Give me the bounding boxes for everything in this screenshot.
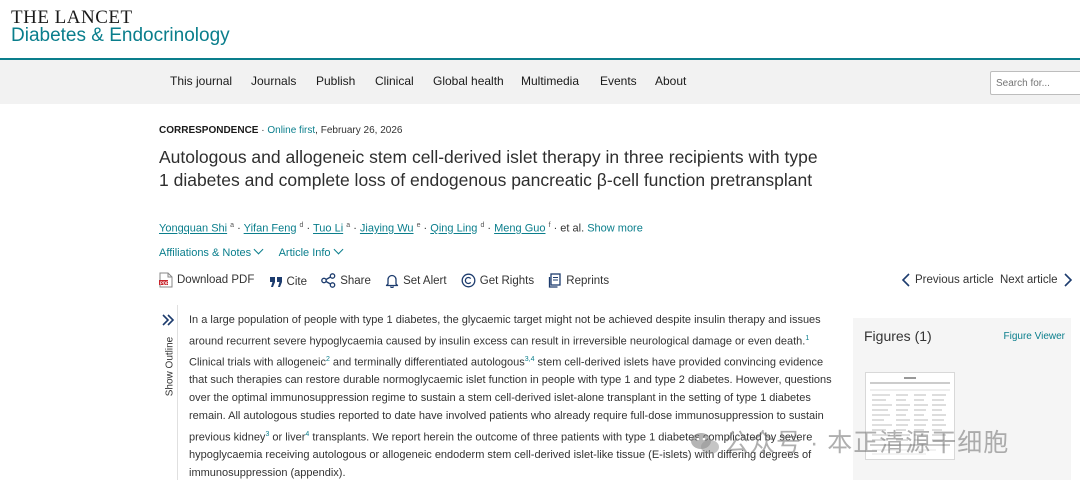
affiliations-notes-label: Affiliations & Notes [159, 247, 252, 259]
figures-title: Figures (1) [864, 328, 932, 344]
chevron-left-icon [901, 273, 910, 287]
main-nav: This journal Journals Publish Clinical G… [0, 60, 1080, 104]
nav-item-journals[interactable]: Journals [251, 74, 296, 88]
body-text: Clinical trials with allogeneic [189, 356, 326, 369]
author-link[interactable]: Meng Guo [494, 223, 545, 235]
set-alert-label: Set Alert [403, 274, 447, 287]
download-pdf-button[interactable]: PDF Download PDF [159, 272, 254, 288]
author-link[interactable]: Jiaying Wu [360, 223, 414, 235]
cite-button[interactable]: Cite [269, 276, 307, 288]
share-button[interactable]: Share [321, 273, 371, 288]
body-text: or liver [269, 431, 306, 444]
double-chevron-right-icon[interactable] [161, 313, 175, 327]
author-link[interactable]: Yifan Feng [244, 223, 297, 235]
set-alert-button[interactable]: Set Alert [385, 273, 447, 288]
site-header: THE LANCET Diabetes & Endocrinology [0, 0, 1080, 58]
bell-icon [385, 274, 399, 288]
body-text: In a large population of people with typ… [189, 314, 821, 348]
watermark-text: 公众号 · 本正清源干细胞 [724, 429, 1010, 457]
author-separator: · [234, 222, 244, 235]
nav-item-about[interactable]: About [655, 74, 686, 88]
et-al: · et al. [550, 222, 588, 235]
nav-item-this-journal[interactable]: This journal [170, 74, 232, 88]
share-label: Share [340, 274, 371, 287]
author-link[interactable]: Tuo Li [313, 223, 343, 235]
publication-date: , February 26, 2026 [315, 125, 403, 136]
author-separator: · [350, 222, 360, 235]
figure-viewer-link[interactable]: Figure Viewer [1003, 331, 1065, 342]
body-text: and terminally differentiated autologous [329, 356, 525, 369]
get-rights-button[interactable]: Get Rights [461, 273, 534, 288]
quote-icon [269, 277, 282, 287]
article-meta: CORRESPONDENCE · Online first, February … [159, 125, 402, 136]
author-link[interactable]: Qing Ling [430, 223, 477, 235]
nav-item-publish[interactable]: Publish [316, 74, 355, 88]
meta-separator: · [261, 125, 265, 136]
article-title: Autologous and allogeneic stem cell-deri… [159, 147, 818, 190]
author-separator: · [484, 222, 495, 235]
reprints-label: Reprints [566, 274, 610, 287]
next-article-link[interactable]: Next article [1000, 273, 1073, 287]
cite-label: Cite [286, 276, 307, 288]
online-first-link[interactable]: Online first [267, 125, 315, 136]
show-more-authors-button[interactable]: Show more [587, 223, 643, 235]
chevron-down-icon [333, 244, 343, 255]
nav-item-clinical[interactable]: Clinical [375, 74, 414, 88]
author-list: Yongquan Shi a · Yifan Feng d · Tuo Li a… [159, 222, 643, 235]
watermark: 公众号 · 本正清源干细胞 [690, 423, 1009, 459]
pdf-icon: PDF [159, 272, 173, 288]
reference-link[interactable]: 3,4 [525, 356, 535, 363]
copyright-icon [461, 273, 476, 288]
outline-divider [177, 305, 178, 480]
download-pdf-label: Download PDF [177, 274, 255, 286]
author-separator: · [420, 222, 431, 235]
show-outline-label: Show Outline [164, 336, 176, 397]
chevron-right-icon [1063, 273, 1072, 287]
chevron-down-icon [253, 244, 264, 255]
get-rights-label: Get Rights [479, 274, 535, 287]
nav-item-global-health[interactable]: Global health [433, 74, 504, 88]
article-info-links: Affiliations & Notes Article Info [159, 244, 356, 259]
author-separator: · [303, 222, 313, 235]
nav-item-multimedia[interactable]: Multimedia [521, 74, 579, 88]
article-toolbar: PDF Download PDF Cite Share Set Alert Ge… [159, 272, 620, 292]
share-icon [321, 273, 336, 288]
show-outline-toggle[interactable]: Show Outline [163, 331, 176, 401]
author-link[interactable]: Yongquan Shi [159, 223, 227, 235]
article-info-label: Article Info [278, 247, 331, 259]
svg-text:PDF: PDF [160, 280, 169, 285]
article-info-toggle[interactable]: Article Info [278, 244, 343, 259]
next-article-label: Next article [1000, 274, 1058, 286]
reference-link[interactable]: 1 [805, 335, 809, 342]
journal-brand-sub[interactable]: Diabetes & Endocrinology [11, 25, 230, 47]
reprints-button[interactable]: Reprints [548, 273, 609, 288]
nav-item-events[interactable]: Events [600, 74, 637, 88]
affiliations-notes-toggle[interactable]: Affiliations & Notes [159, 244, 264, 259]
article-type: CORRESPONDENCE [159, 125, 259, 136]
document-icon [549, 273, 561, 288]
previous-article-label: Previous article [915, 274, 994, 286]
previous-article-link[interactable]: Previous article [901, 273, 994, 287]
search-input[interactable] [990, 71, 1080, 95]
wechat-icon [691, 433, 719, 455]
